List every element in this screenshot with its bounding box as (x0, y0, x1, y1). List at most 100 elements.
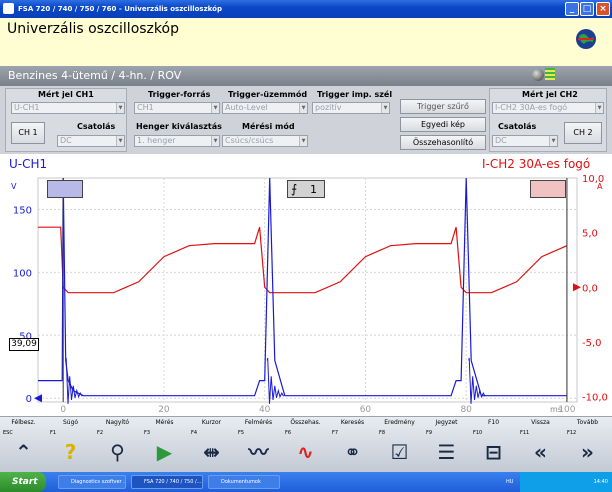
ch2-signal-value: I-CH2 30A-es fogó (495, 103, 568, 112)
trigger-source-value: CH1 (137, 103, 154, 112)
fkey-f11[interactable]: Vissza F11 « (517, 417, 564, 473)
fkey-label: Tovább (576, 419, 599, 426)
fkey-shortcut: F3 (144, 430, 151, 436)
trigger-mode-select[interactable]: Auto-Level ▼ (222, 102, 308, 114)
trigger-edge-select[interactable]: pozitív ▼ (312, 102, 390, 114)
trigger-marker[interactable]: ⨍ 1 (287, 180, 325, 198)
trigger-edge-icon: ⨍ (291, 182, 298, 196)
fkey-label: Vissza (531, 419, 550, 426)
title-bar: FSA 720 / 740 / 750 / 760 - Univerzális … (0, 0, 612, 18)
chevron-down-icon: ▼ (116, 103, 124, 113)
x-tick-label: 0 (60, 405, 66, 415)
play-icon: ▶ (156, 440, 173, 464)
x-unit: ms (550, 405, 562, 414)
compare-curve-icon: ∿ (297, 440, 314, 464)
ch1-trace (38, 177, 567, 397)
language-indicator: HU (506, 479, 514, 485)
chevron-down-icon: ▼ (549, 136, 557, 146)
fkey-f5[interactable]: Felmérés F5 〰 (235, 417, 282, 473)
trigger-source-select[interactable]: CH1 ▼ (134, 102, 220, 114)
right-tick-label: 5,0 (582, 229, 598, 240)
network-icon: ⊟ (485, 440, 502, 464)
fkey-label: Keresés (340, 419, 365, 426)
measure-mode-value: Csúcs/csúcs (225, 136, 274, 145)
ch1-coupling-value: DC (60, 136, 72, 145)
right-tick-label: -5,0 (582, 338, 602, 349)
fkey-shortcut: F10 (473, 430, 483, 436)
fkey-shortcut: F5 (238, 430, 245, 436)
trigger-channel-number: 1 (310, 183, 317, 196)
fkey-f7[interactable]: Keresés F7 ⚭ (329, 417, 376, 473)
chevron-down-icon: ▼ (211, 103, 219, 113)
fkey-f12[interactable]: Tovább F12 » (564, 417, 611, 473)
cursor-waveform-icon: ⇼ (203, 440, 220, 464)
chevron-down-icon: ▼ (116, 136, 124, 146)
page-title: Univerzális oszcilloszkóp (7, 21, 179, 37)
clock: 14:40 (593, 479, 608, 485)
cylinder-value: 1. henger (137, 136, 176, 145)
cylinder-label: Henger kiválasztás (136, 122, 222, 131)
globe-logo-icon (576, 29, 596, 49)
fkey-label: Súgó (62, 419, 79, 426)
fkey-label: Mérés (155, 419, 174, 426)
chevron-down-icon: ▼ (299, 136, 307, 146)
fkey-shortcut: ESC (3, 430, 13, 436)
start-button[interactable]: Start (0, 472, 46, 492)
ch1-signal-select[interactable]: U-CH1 ▼ (11, 102, 125, 114)
fkey-label: Félbesz. (11, 419, 36, 426)
trigger-filter-button[interactable]: Trigger szűrő (400, 99, 486, 114)
measure-mode-label: Mérési mód (242, 122, 295, 131)
fkey-shortcut: F1 (50, 430, 57, 436)
fkey-f1[interactable]: Súgó F1? (47, 417, 94, 473)
right-tick-label: 0,0 (582, 283, 598, 294)
chevron-down-icon: ▼ (381, 103, 389, 113)
result-document-icon: ☑ (390, 440, 409, 464)
cylinder-select[interactable]: 1. henger ▼ (134, 135, 220, 147)
left-tick-label: 0 (26, 394, 32, 405)
fkey-f4[interactable]: Kurzor F4 ⇼ (188, 417, 235, 473)
chevron-down-icon: ▼ (595, 103, 603, 113)
fkey-shortcut: F11 (520, 430, 530, 436)
single-frame-button[interactable]: Egyedi kép (400, 117, 486, 132)
control-panel: Mért jel CH1 U-CH1 ▼ CH 1 Csatolás DC ▼ Tr… (0, 86, 612, 154)
header: Univerzális oszcilloszkóp (0, 18, 612, 66)
fkey-f8[interactable]: Eredmény F8 ☑ (376, 417, 423, 473)
fkey-f10[interactable]: F10 F10 ⊟ (470, 417, 517, 473)
ch2-coupling-select[interactable]: DC ▼ (492, 135, 558, 147)
measure-mode-select[interactable]: Csúcs/csúcs ▼ (222, 135, 308, 147)
ch2-scale-handle[interactable] (530, 180, 566, 198)
note-document-icon: ☰ (437, 440, 456, 464)
trigger-mode-label: Trigger-üzemmód (228, 90, 308, 99)
fkey-label: F10 (487, 419, 500, 426)
minimize-icon[interactable]: _ (565, 2, 579, 16)
fkey-label: Összehas. (290, 419, 321, 426)
chevron-down-icon: ▼ (299, 103, 307, 113)
fkey-label: Nagyító (105, 419, 130, 426)
cursor-value-box: 39,09 (9, 338, 39, 351)
close-icon[interactable]: × (596, 2, 610, 16)
fkey-f3[interactable]: Mérés F3 ▶ (141, 417, 188, 473)
oscilloscope-display[interactable]: U-CH1 I-CH2 30A-es fogó 0 20 40 60 80 100 150 1… (0, 154, 612, 416)
app-window: FSA 720 / 740 / 750 / 760 - Univerzális … (0, 0, 612, 492)
x-tick-label: 80 (460, 405, 472, 415)
fkey-f6[interactable]: Összehas. F6 ∿ (282, 417, 329, 473)
fkey-shortcut: F6 (285, 430, 292, 436)
taskbar-item-diagnostics[interactable]: Diagnostics szoftver ... (58, 475, 126, 489)
ch2-button[interactable]: CH 2 (564, 122, 602, 144)
ch1-button[interactable]: CH 1 (11, 122, 45, 144)
fkey-f9[interactable]: Jegyzet F9 ☰ (423, 417, 470, 473)
double-chevron-up-icon: ⌃ (15, 440, 32, 464)
status-dot-icon (532, 69, 544, 81)
fkey-f2[interactable]: Nagyító F2 ⚲ (94, 417, 141, 473)
taskbar-item-fsa[interactable]: FSA 720 / 740 / 750 /... (131, 475, 203, 489)
fkey-esc[interactable]: Félbesz. ESC ⌃ (0, 417, 47, 473)
maximize-icon[interactable]: □ (580, 2, 594, 16)
ch1-scale-handle[interactable] (47, 180, 83, 198)
ch1-coupling-select[interactable]: DC ▼ (57, 135, 125, 147)
left-unit: V (11, 182, 17, 191)
compare-button[interactable]: Összehasonlító (400, 135, 486, 150)
vehicle-config: Benzines 4-ütemű / 4-hn. / ROV (8, 69, 182, 82)
taskbar-item-documents[interactable]: Dokumentumok (208, 475, 280, 489)
ch2-signal-select[interactable]: I-CH2 30A-es fogó ▼ (492, 102, 604, 114)
chevron-down-icon: ▼ (211, 136, 219, 146)
